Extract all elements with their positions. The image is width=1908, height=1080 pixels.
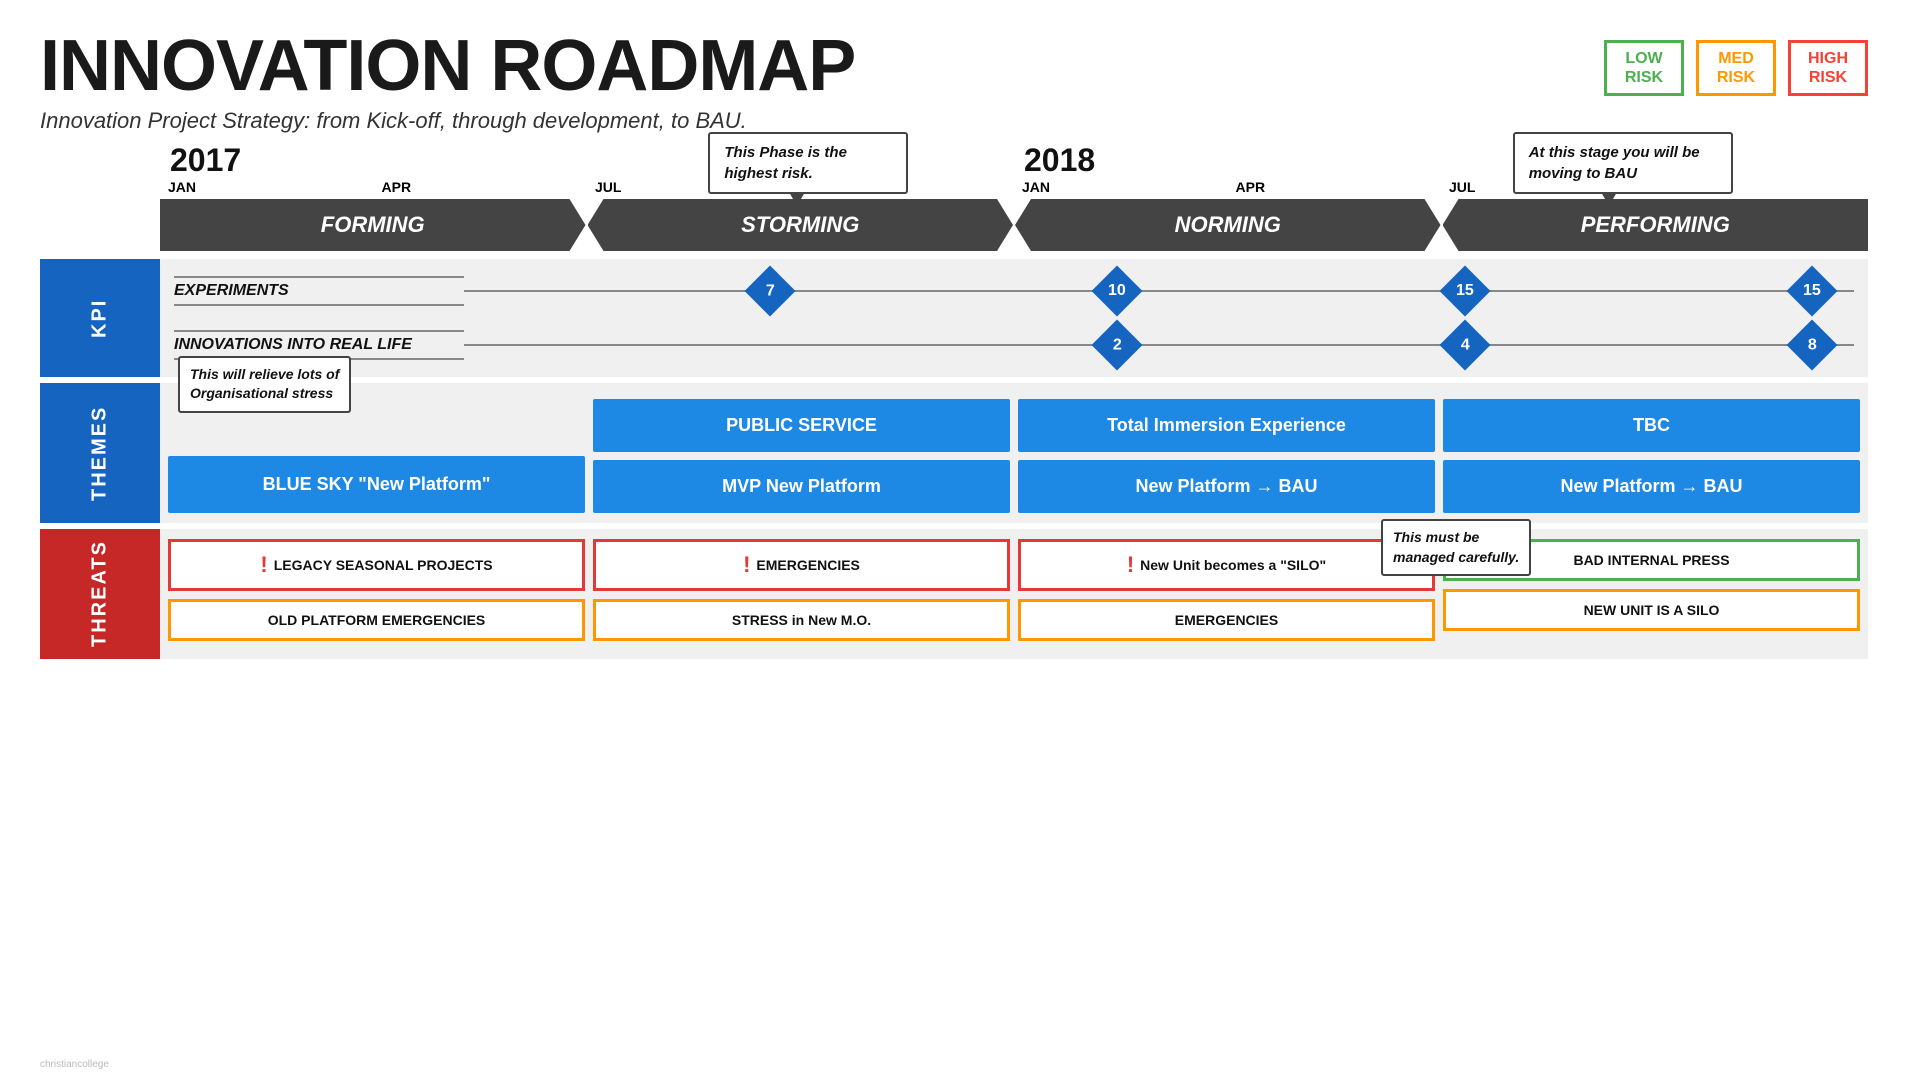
header-row: INNOVATION ROADMAP Innovation Project St… [40,30,1868,134]
months-2018: JAN APR JUL OCT [1014,179,1868,195]
exclaim-legacy: ! [260,552,267,578]
kpi-exp-val-7: 7 [765,282,774,300]
exclaim-emergencies: ! [743,552,750,578]
themes-label: THEMES [40,383,160,523]
theme-mvp: MVP New Platform [593,460,1010,513]
threats-label: THREATS [40,529,160,659]
timeline-area: 2017 2018 JAN APR JUL OCT JAN APR JUL OC… [40,142,1868,659]
month-jan-2017: JAN [160,179,374,195]
kpi-inn-val-4: 4 [1460,336,1469,354]
month-apr-2018: APR [1228,179,1442,195]
kpi-experiments-row: EXPERIMENTS 7 10 15 [174,269,1854,313]
kpi-content: EXPERIMENTS 7 10 15 [160,259,1868,377]
year-2018-label: 2018 [1024,142,1095,178]
risk-badges: LOWRISK MEDRISK HIGHRISK [1604,40,1868,96]
title-block: INNOVATION ROADMAP Innovation Project St… [40,30,855,134]
watermark: christiancollege [40,1059,109,1070]
kpi-inn-val-2: 2 [1113,336,1122,354]
threat-col-1: ! LEGACY SEASONAL PROJECTS OLD PLATFORM … [168,539,585,649]
phases-row: FORMING STORMING NORMING PERFORMING [40,199,1868,251]
kpi-experiments-track: 7 10 15 15 [464,290,1854,292]
theme-public-service: PUBLIC SERVICE [593,399,1010,452]
phase-forming-label: FORMING [321,212,425,238]
theme-col-3: Total Immersion Experience New Platform … [1018,393,1435,513]
threat-stress: STRESS in New M.O. [593,599,1010,641]
theme-col-4: TBC New Platform → BAU [1443,393,1860,513]
kpi-exp-diamond-7: 7 [744,266,795,317]
threat-emergencies-2: EMERGENCIES [1018,599,1435,641]
themes-content: This will relieve lots ofOrganisational … [160,383,1868,523]
theme-new-platform-bau-3: New Platform → BAU [1018,460,1435,513]
threat-silo-text: New Unit becomes a "SILO" [1140,557,1326,573]
phase-performing: PERFORMING [1443,199,1869,251]
kpi-exp-diamond-10: 10 [1092,266,1143,317]
callout-bau-tail [1601,192,1617,206]
theme-col-1: This will relieve lots ofOrganisational … [168,393,585,513]
kpi-innovations-track: 2 4 8 [464,344,1854,346]
threat-col-2: ! EMERGENCIES STRESS in New M.O. [593,539,1010,649]
exclaim-silo: ! [1127,552,1134,578]
threat-legacy-text: LEGACY SEASONAL PROJECTS [274,557,493,573]
med-risk-badge: MEDRISK [1696,40,1776,96]
threats-section: THREATS This must bemanaged carefully. !… [40,529,1868,659]
theme-new-platform-bau-4: New Platform → BAU [1443,460,1860,513]
threat-legacy: ! LEGACY SEASONAL PROJECTS [168,539,585,591]
callout-silo: This must bemanaged carefully. [1381,519,1531,576]
theme-tbc: TBC [1443,399,1860,452]
kpi-experiments-label: EXPERIMENTS [174,276,464,306]
kpi-innovations-row: INNOVATIONS INTO REAL LIFE 2 4 8 [174,323,1854,367]
threat-emergencies: ! EMERGENCIES [593,539,1010,591]
threats-content: This must bemanaged carefully. ! LEGACY … [160,529,1868,659]
kpi-inn-val-8: 8 [1808,336,1817,354]
low-risk-badge: LOWRISK [1604,40,1684,96]
year-2017-label: 2017 [170,142,241,178]
kpi-inn-diamond-8: 8 [1787,320,1838,371]
phase-storming-label: STORMING [741,212,859,238]
threat-col-3: ! New Unit becomes a "SILO" EMERGENCIES [1018,539,1435,649]
year-2018: 2018 [1014,142,1868,179]
callout-bluesky: This will relieve lots ofOrganisational … [178,356,351,413]
callout-storming: This Phase is the highest risk. [708,132,908,194]
page: INNOVATION ROADMAP Innovation Project St… [0,0,1908,1080]
threat-emergencies-text: EMERGENCIES [756,557,859,573]
threat-old-platform: OLD PLATFORM EMERGENCIES [168,599,585,641]
theme-bluesky: BLUE SKY "New Platform" [168,456,585,513]
kpi-exp-val-15a: 15 [1456,282,1474,300]
theme-total-immersion: Total Immersion Experience [1018,399,1435,452]
callout-storming-tail [789,192,805,206]
subtitle: Innovation Project Strategy: from Kick-o… [40,108,855,134]
phase-norming-label: NORMING [1175,212,1281,238]
phase-performing-label: PERFORMING [1581,212,1730,238]
threat-silo: ! New Unit becomes a "SILO" [1018,539,1435,591]
kpi-exp-diamond-15b: 15 [1787,266,1838,317]
threat-new-unit-silo: NEW UNIT IS A SILO [1443,589,1860,631]
kpi-inn-diamond-2: 2 [1092,320,1143,371]
high-risk-badge: HIGHRISK [1788,40,1868,96]
month-apr-2017: APR [374,179,588,195]
phase-forming: FORMING [160,199,586,251]
themes-section: THEMES This will relieve lots ofOrganisa… [40,383,1868,523]
kpi-label: KPI [40,259,160,377]
theme-col-2: PUBLIC SERVICE MVP New Platform [593,393,1010,513]
callout-bau: At this stage you will be moving to BAU [1513,132,1733,194]
phase-storming: STORMING [588,199,1014,251]
phase-norming: NORMING [1015,199,1441,251]
kpi-exp-diamond-15a: 15 [1439,266,1490,317]
kpi-inn-diamond-4: 4 [1439,320,1490,371]
kpi-exp-val-15b: 15 [1803,282,1821,300]
main-title: INNOVATION ROADMAP [40,30,855,102]
kpi-exp-val-10: 10 [1108,282,1126,300]
month-jan-2018: JAN [1014,179,1228,195]
